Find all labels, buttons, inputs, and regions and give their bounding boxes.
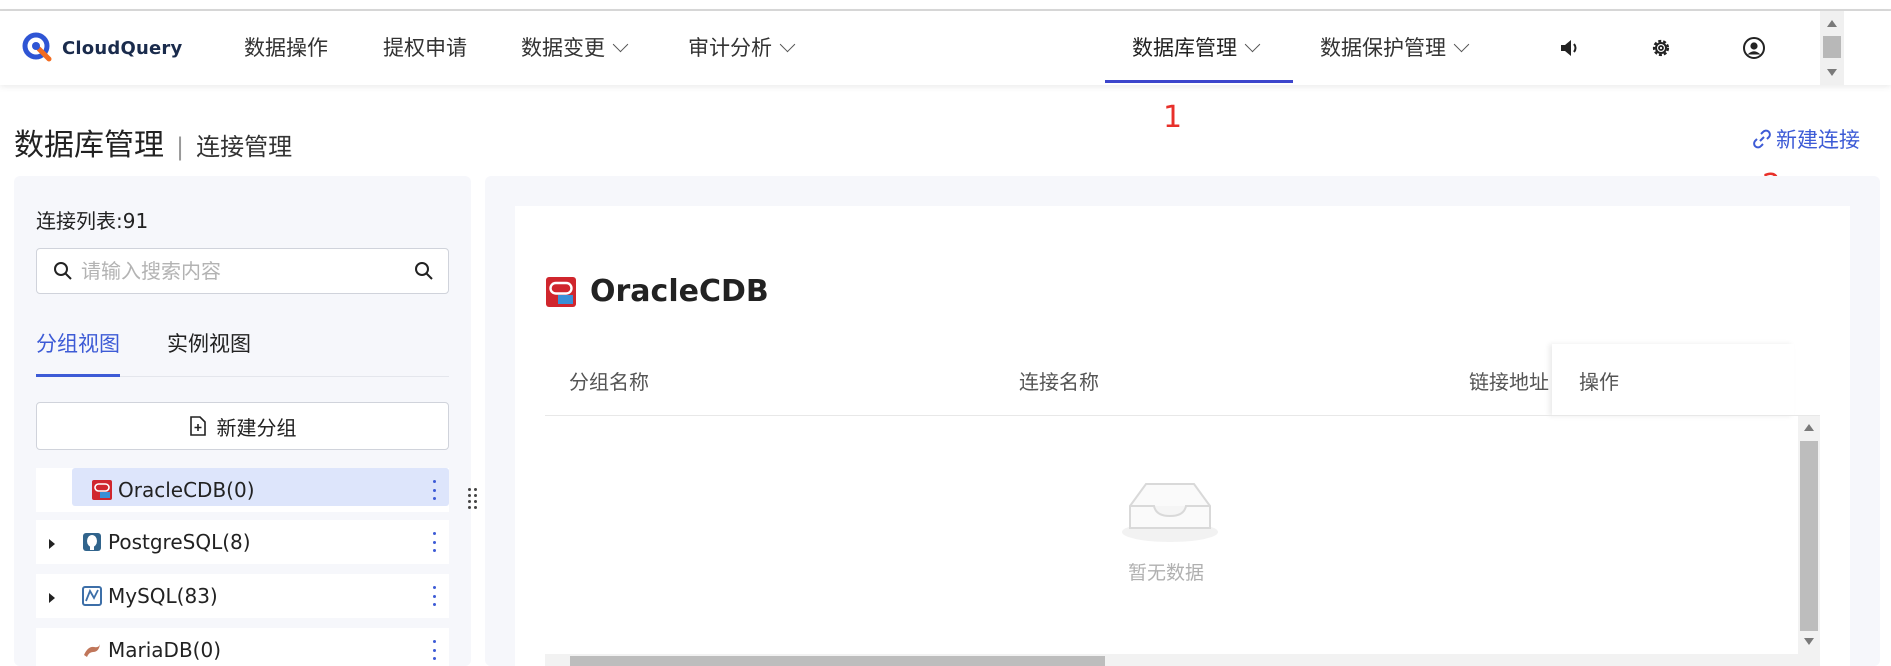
new-connection-button[interactable]: 新建连接 xyxy=(1752,124,1860,154)
scroll-down-arrow-icon[interactable] xyxy=(1827,69,1837,76)
tree-item-label: OracleCDB(0) xyxy=(118,478,255,502)
empty-inbox-icon xyxy=(1118,478,1222,548)
scroll-up-arrow-icon[interactable] xyxy=(1827,20,1837,27)
search-icon xyxy=(53,261,73,285)
top-header: CloudQuery 数据操作 提权申请 数据变更 审计分析 数据库管理 数据保… xyxy=(0,11,1891,85)
new-connection-label: 新建连接 xyxy=(1776,128,1860,152)
caret-right-icon[interactable] xyxy=(48,530,58,554)
tab-group-view[interactable]: 分组视图 xyxy=(36,328,120,358)
search-input[interactable] xyxy=(81,257,401,285)
tree-item-label: PostgreSQL(8) xyxy=(108,530,251,554)
oracle-icon xyxy=(546,276,576,307)
more-options-icon[interactable] xyxy=(433,480,437,500)
tree-item-label: MariaDB(0) xyxy=(108,638,221,662)
breadcrumb-separator: | xyxy=(176,133,185,161)
nav-active-indicator xyxy=(1105,80,1293,83)
gear-icon[interactable] xyxy=(1648,35,1674,61)
column-header-group-name[interactable]: 分组名称 xyxy=(569,366,649,395)
nav-item-label: 审计分析 xyxy=(688,36,772,60)
caret-right-icon[interactable] xyxy=(48,584,58,608)
nav-item-label: 数据保护管理 xyxy=(1320,36,1446,60)
chevron-down-icon xyxy=(779,36,796,53)
more-options-icon[interactable] xyxy=(433,640,437,660)
chevron-down-icon xyxy=(1453,36,1470,53)
tree-item-mysql[interactable]: MySQL(83) xyxy=(36,574,449,618)
annotation-number-1: 1 xyxy=(1163,100,1183,135)
tree-item-label: MySQL(83) xyxy=(108,584,218,608)
nav-item-data-operation[interactable]: 数据操作 xyxy=(244,11,328,85)
page-vertical-scrollbar[interactable] xyxy=(1820,11,1844,85)
nav-item-label: 数据库管理 xyxy=(1132,36,1237,60)
page-title: 数据库管理 | 连接管理 xyxy=(14,120,292,164)
search-submit-icon[interactable] xyxy=(414,261,434,285)
nav-item-audit-analysis[interactable]: 审计分析 xyxy=(688,11,796,85)
app-name: CloudQuery xyxy=(62,37,183,59)
chevron-down-icon xyxy=(612,36,629,53)
oracle-icon xyxy=(92,480,112,500)
nav-item-database-management[interactable]: 数据库管理 xyxy=(1132,11,1261,85)
nav-item-label: 数据操作 xyxy=(244,36,328,60)
new-group-button[interactable]: 新建分组 xyxy=(36,402,449,450)
tree-item-postgresql[interactable]: PostgreSQL(8) xyxy=(36,520,449,564)
empty-state-text: 暂无数据 xyxy=(1128,562,1205,584)
link-icon xyxy=(1753,129,1771,149)
postgresql-icon xyxy=(82,532,102,552)
mysql-icon xyxy=(82,586,102,606)
column-header-actions[interactable]: 操作 xyxy=(1579,366,1619,395)
mariadb-icon xyxy=(82,640,102,660)
panel-resize-handle-icon[interactable] xyxy=(467,487,479,509)
file-add-icon xyxy=(189,416,206,436)
app-logo[interactable]: CloudQuery xyxy=(22,32,182,64)
nav-item-label: 数据变更 xyxy=(521,36,605,60)
page-subtitle: 连接管理 xyxy=(196,133,293,161)
scroll-down-arrow-icon[interactable] xyxy=(1804,638,1814,645)
speaker-icon[interactable] xyxy=(1556,35,1582,61)
connection-count: 连接列表:91 xyxy=(36,209,149,233)
user-icon[interactable] xyxy=(1741,35,1767,61)
tree-item-oraclecdb[interactable]: OracleCDB(0) xyxy=(36,468,449,512)
page-title-main: 数据库管理 xyxy=(14,128,164,163)
table-vertical-scrollbar[interactable] xyxy=(1798,416,1820,666)
search-box[interactable] xyxy=(36,248,449,294)
tab-active-underline xyxy=(36,374,120,377)
chevron-down-icon xyxy=(1244,36,1261,53)
cloudquery-logo-icon xyxy=(22,32,54,64)
more-options-icon[interactable] xyxy=(433,532,437,552)
scroll-up-arrow-icon[interactable] xyxy=(1804,424,1814,431)
nav-item-data-protection[interactable]: 数据保护管理 xyxy=(1320,11,1470,85)
detail-title-text: OracleCDB xyxy=(590,274,769,309)
nav-item-privilege-request[interactable]: 提权申请 xyxy=(383,11,467,85)
tree-item-mariadb[interactable]: MariaDB(0) xyxy=(36,628,449,666)
column-header-connection-name[interactable]: 连接名称 xyxy=(1019,366,1099,395)
new-group-label: 新建分组 xyxy=(216,415,297,440)
table-horizontal-scrollbar[interactable] xyxy=(545,654,1798,666)
window-top-border xyxy=(0,0,1891,11)
scrollbar-thumb[interactable] xyxy=(1823,36,1841,58)
nav-item-label: 提权申请 xyxy=(383,36,467,60)
nav-item-data-change[interactable]: 数据变更 xyxy=(521,11,629,85)
scrollbar-thumb[interactable] xyxy=(1800,441,1818,631)
more-options-icon[interactable] xyxy=(433,586,437,606)
detail-title: OracleCDB xyxy=(546,274,769,309)
table-header-divider xyxy=(545,415,1820,416)
scrollbar-thumb[interactable] xyxy=(570,656,1105,666)
column-header-link-address[interactable]: 链接地址 xyxy=(1469,366,1553,395)
tab-instance-view[interactable]: 实例视图 xyxy=(167,328,251,358)
